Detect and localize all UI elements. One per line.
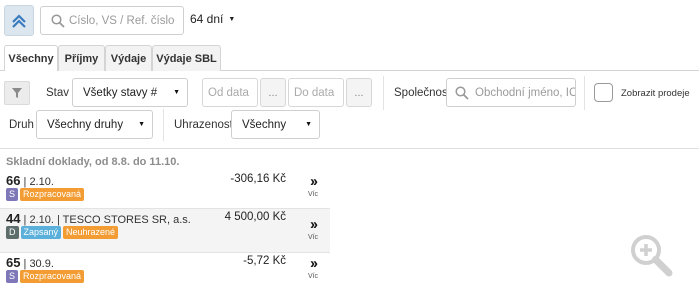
document-detail: | 2.10. — [20, 176, 54, 188]
document-amount: 4 500,00 Kč — [224, 211, 286, 223]
more-label: Víc — [307, 191, 319, 198]
filter-icon — [12, 88, 22, 98]
tab-vsechny[interactable]: Všechny — [4, 45, 58, 71]
type-badge: S — [6, 188, 19, 201]
stav-select-value: Všetky stavy # — [83, 86, 158, 99]
divider — [163, 109, 164, 141]
divider — [584, 76, 585, 110]
status-badge: Rozpracovaná — [20, 188, 85, 201]
status-badge: Rozpracovaná — [20, 270, 85, 283]
document-badges: D Zapsaný Neuhrazené — [6, 226, 119, 239]
druh-select[interactable]: Všechny druhy ▼ — [36, 110, 153, 139]
type-badge: D — [6, 226, 19, 239]
document-search-box[interactable] — [40, 6, 184, 35]
tab-prijmy[interactable]: Příjmy — [58, 45, 105, 71]
tab-vydaje-sbl[interactable]: Výdaje SBL — [152, 45, 221, 71]
show-sales-checkbox[interactable] — [594, 83, 613, 102]
collapse-button[interactable] — [4, 5, 34, 36]
search-icon — [51, 13, 65, 28]
stav-label: Stav — [46, 87, 70, 99]
document-amount: -306,16 Kč — [230, 173, 286, 185]
caret-down-icon: ▼ — [138, 121, 145, 128]
double-chevron-right-icon: ›› — [310, 173, 318, 190]
section-title: Skladní doklady, od 8.8. do 11.10. — [6, 156, 180, 168]
double-chevron-right-icon: ›› — [310, 255, 318, 272]
more-button[interactable]: ›› Víc — [302, 173, 324, 198]
document-row[interactable]: 66 | 2.10. -306,16 Kč S Rozpracovaná ›› … — [0, 171, 330, 209]
druh-label: Druh — [9, 119, 34, 131]
date-to-placeholder: Do data — [294, 86, 335, 99]
uhrazenost-label: Uhrazenost — [174, 119, 233, 131]
more-label: Víc — [307, 273, 319, 280]
document-badges: S Rozpracovaná — [6, 188, 85, 201]
document-row[interactable]: 65 | 30.9. -5,72 Kč S Rozpracovaná ›› Ví… — [0, 253, 330, 291]
date-to-picker-button[interactable]: ... — [346, 78, 372, 107]
double-chevron-up-icon — [12, 13, 26, 28]
document-row[interactable]: 44 | 2.10. | TESCO STORES SR, a.s. 4 500… — [0, 209, 330, 253]
payment-badge: Neuhrazené — [63, 226, 119, 239]
document-header: 65 | 30.9. — [6, 255, 54, 270]
document-detail: | 2.10. | TESCO STORES SR, a.s. — [20, 214, 191, 226]
druh-select-value: Všechny druhy — [47, 118, 124, 131]
uhrazenost-select-value: Všechny — [242, 118, 287, 131]
search-icon — [455, 85, 469, 100]
status-badge: Zapsaný — [20, 226, 62, 239]
uhrazenost-select[interactable]: Všechny ▼ — [231, 110, 320, 139]
caret-down-icon: ▼ — [173, 89, 180, 96]
spolecnost-label: Společnost — [394, 87, 451, 99]
date-from-picker-button[interactable]: ... — [260, 78, 286, 107]
document-number: 65 — [6, 255, 21, 270]
caret-down-icon: ▼ — [305, 121, 312, 128]
company-search-input[interactable] — [475, 86, 575, 99]
more-button[interactable]: ›› Víc — [302, 255, 324, 280]
zoom-in-icon[interactable] — [628, 233, 678, 280]
document-badges: S Rozpracovaná — [6, 270, 85, 283]
more-button[interactable]: ›› Víc — [302, 216, 324, 241]
days-range-select[interactable]: 64 dní ▼ — [190, 12, 235, 26]
document-number: 66 — [6, 173, 21, 188]
tab-vydaje[interactable]: Výdaje — [105, 45, 152, 71]
date-from-field[interactable]: Od data — [202, 78, 258, 107]
show-sales-label: Zobrazit prodeje — [621, 88, 690, 99]
type-badge: S — [6, 270, 19, 283]
document-amount: -5,72 Kč — [243, 255, 286, 267]
company-search-box[interactable] — [446, 78, 576, 107]
document-header: 44 | 2.10. | TESCO STORES SR, a.s. — [6, 211, 191, 226]
date-from-placeholder: Od data — [208, 86, 249, 99]
days-range-value: 64 dní — [190, 12, 224, 26]
caret-down-icon: ▼ — [228, 15, 236, 23]
double-chevron-right-icon: ›› — [310, 216, 318, 233]
more-label: Víc — [307, 234, 319, 241]
section-divider — [0, 148, 699, 149]
date-to-field[interactable]: Do data — [288, 78, 344, 107]
document-detail: | 30.9. — [20, 258, 54, 270]
document-search-input[interactable] — [69, 14, 177, 27]
document-header: 66 | 2.10. — [6, 173, 54, 188]
divider — [383, 76, 384, 110]
document-number: 44 — [6, 211, 21, 226]
stav-select[interactable]: Všetky stavy # ▼ — [72, 78, 188, 107]
filter-button[interactable] — [4, 81, 30, 105]
